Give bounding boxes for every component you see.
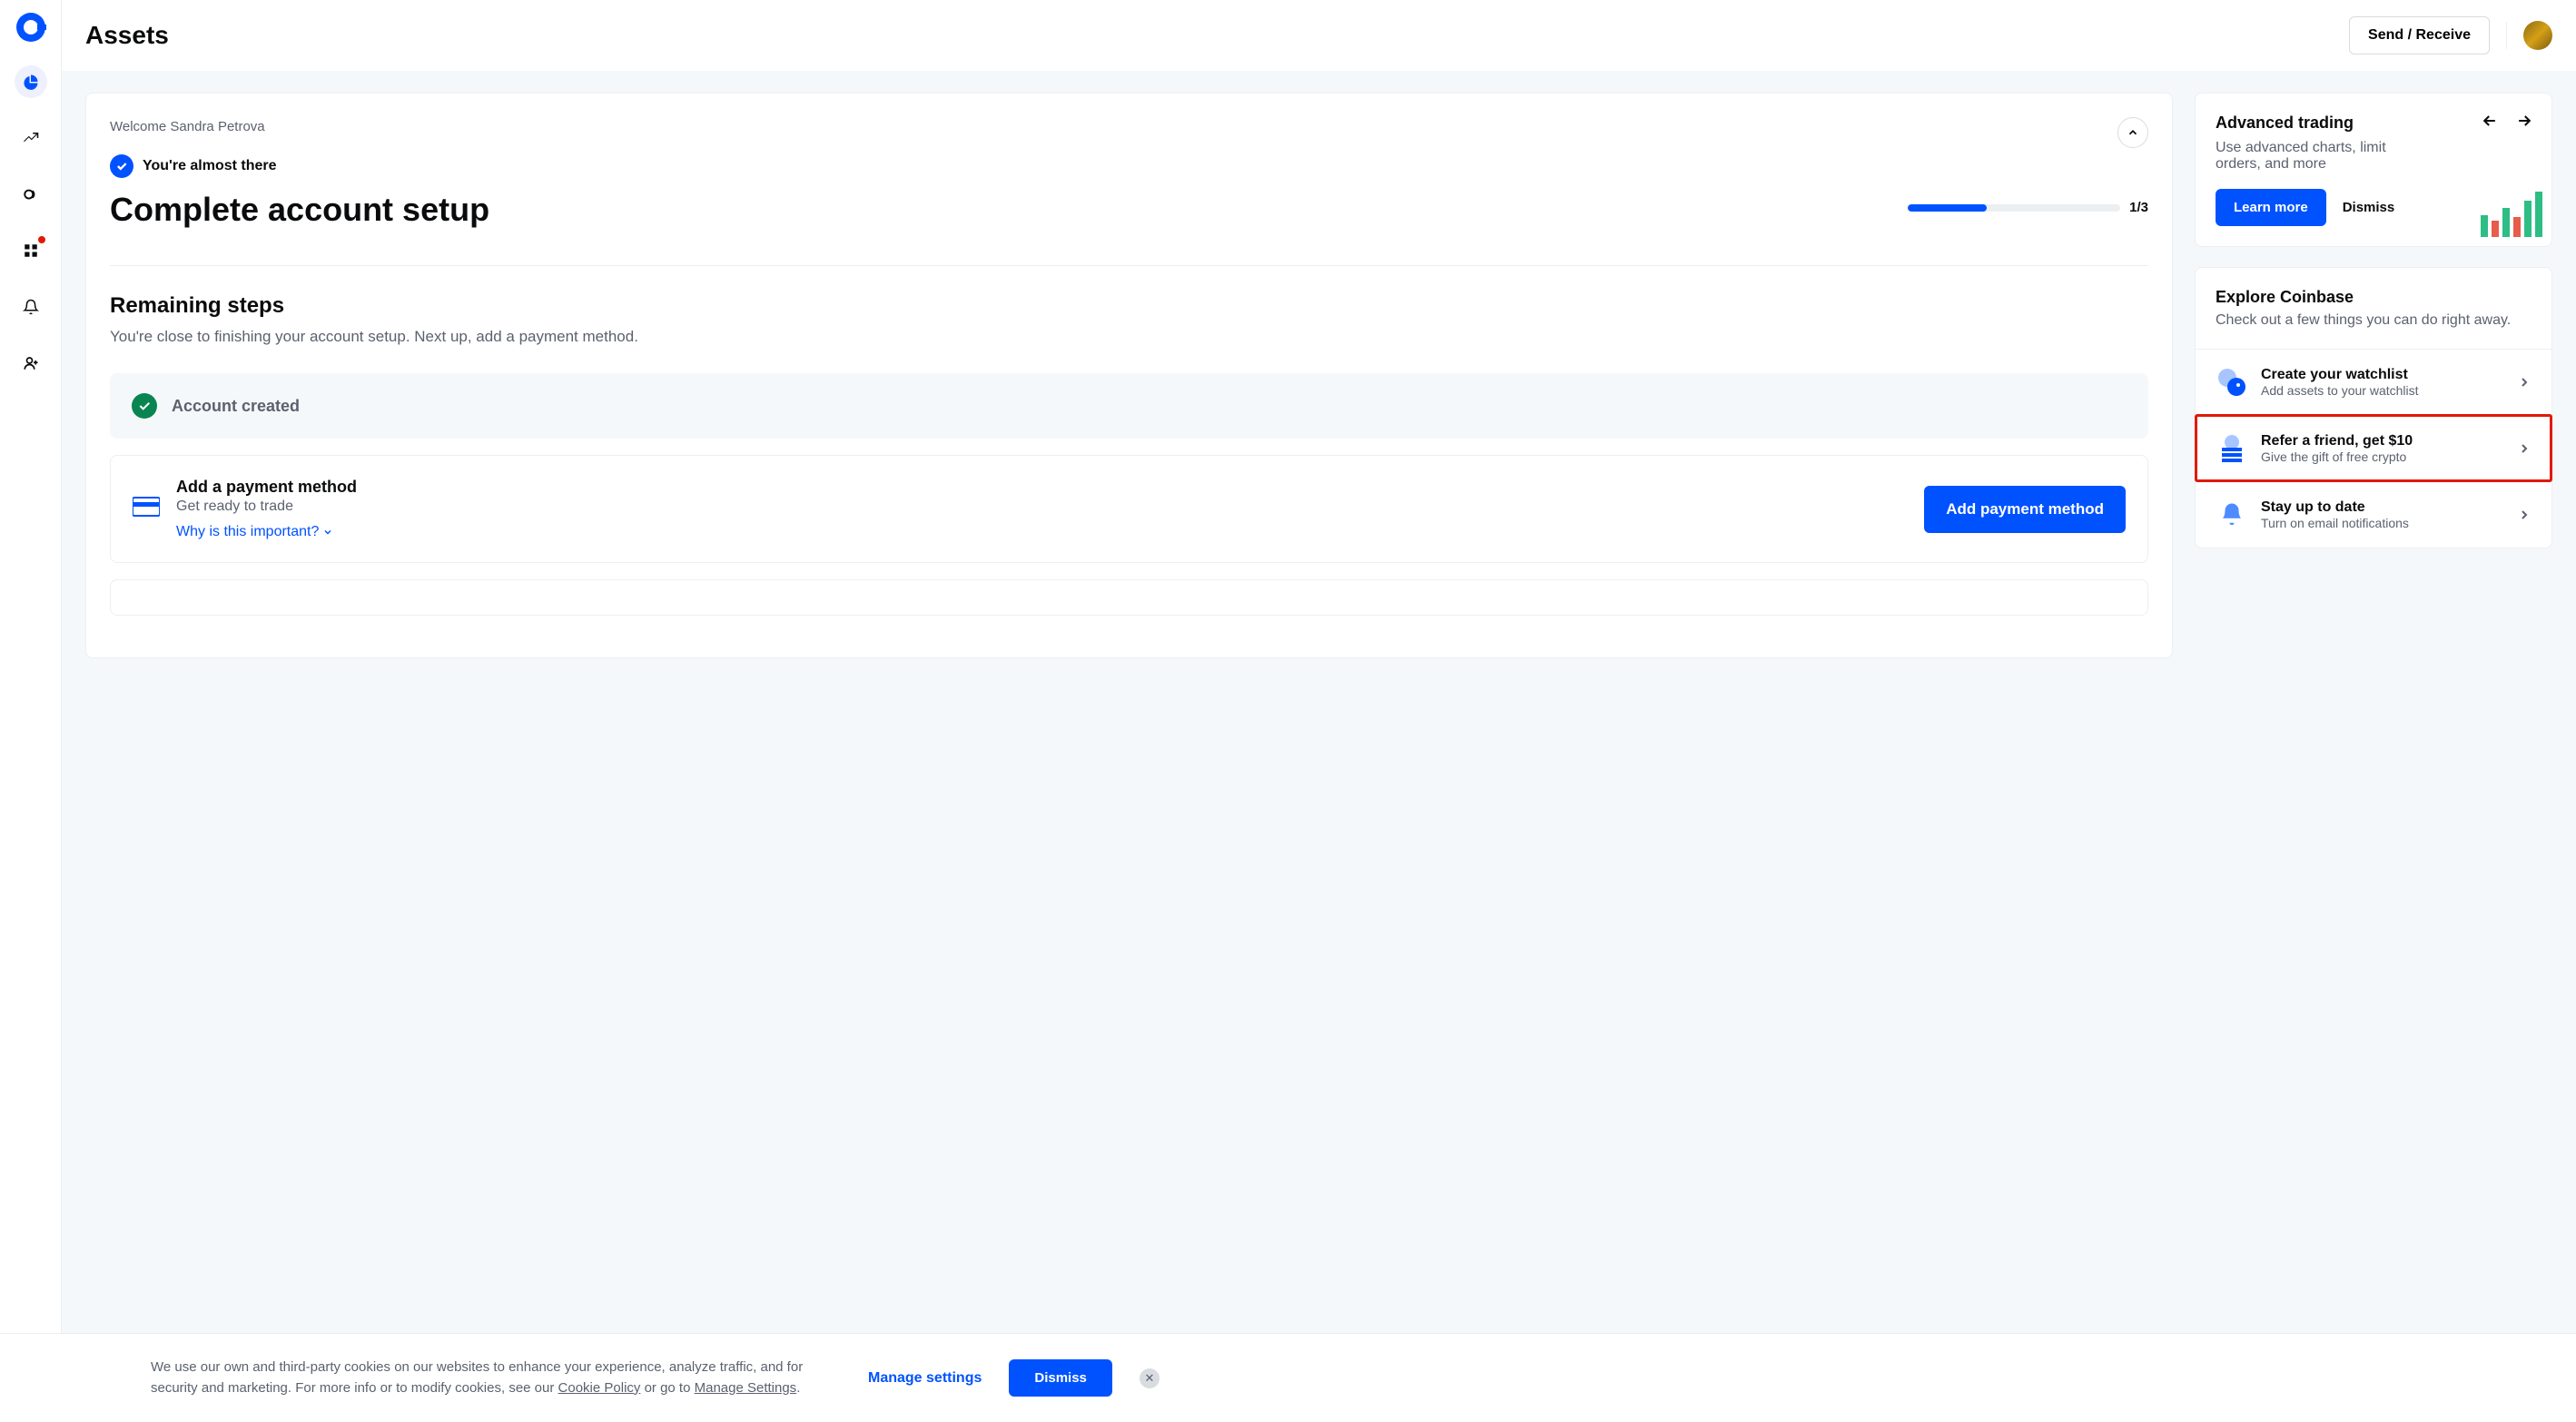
close-icon[interactable]: ✕ [1140, 1368, 1160, 1388]
step-payment: Add a payment method Get ready to trade … [110, 455, 2148, 563]
divider [2506, 22, 2507, 49]
remaining-title: Remaining steps [110, 293, 2148, 319]
progress-text: 1/3 [2129, 200, 2148, 215]
header: Assets Send / Receive [62, 0, 2576, 71]
setup-card: Welcome Sandra Petrova You're almost the… [85, 93, 2173, 658]
explore-item-title: Create your watchlist [2261, 367, 2504, 383]
chevron-up-icon [2127, 126, 2139, 139]
card-icon [133, 496, 160, 522]
explore-sub: Check out a few things you can do right … [2216, 312, 2532, 329]
remaining-sub: You're close to finishing your account s… [110, 328, 2148, 346]
user-plus-icon [23, 355, 39, 371]
arrow-left-icon[interactable] [2481, 112, 2499, 130]
send-receive-button[interactable]: Send / Receive [2349, 16, 2490, 54]
cookie-banner: We use our own and third-party cookies o… [0, 1333, 2576, 1422]
explore-item-sub: Turn on email notifications [2261, 516, 2504, 530]
setup-title: Complete account setup [110, 191, 2148, 229]
explore-item-title: Stay up to date [2261, 499, 2504, 516]
explore-item-sub: Add assets to your watchlist [2261, 383, 2504, 398]
cookie-policy-link[interactable]: Cookie Policy [558, 1380, 641, 1396]
explore-item-notifications[interactable]: Stay up to date Turn on email notificati… [2196, 481, 2551, 548]
cookie-text: We use our own and third-party cookies o… [151, 1358, 841, 1398]
cookie-dismiss-button[interactable]: Dismiss [1009, 1359, 1112, 1397]
nav-apps[interactable] [15, 234, 47, 267]
check-icon [132, 393, 157, 419]
why-important-link[interactable]: Why is this important? [176, 524, 333, 540]
refer-icon [2216, 432, 2248, 465]
explore-item-refer[interactable]: Refer a friend, get $10 Give the gift of… [2196, 415, 2551, 481]
step-next [110, 579, 2148, 616]
check-badge-icon [110, 154, 133, 178]
bell-icon [23, 299, 39, 315]
chevron-right-icon [2517, 375, 2532, 390]
manage-settings-link[interactable]: Manage Settings [695, 1380, 797, 1396]
chevron-right-icon [2517, 508, 2532, 522]
promo-sub: Use advanced charts, limit orders, and m… [2216, 140, 2415, 173]
nav-trade[interactable] [15, 122, 47, 154]
grid-icon [23, 242, 39, 259]
page-title: Assets [85, 21, 169, 50]
pie-chart-icon [23, 74, 39, 90]
arrow-right-icon[interactable] [2515, 112, 2533, 130]
divider [110, 265, 2148, 266]
nav-explore[interactable] [15, 178, 47, 211]
trending-icon [23, 130, 39, 146]
explore-item-title: Refer a friend, get $10 [2261, 433, 2504, 449]
sidebar [0, 0, 61, 1422]
notification-dot-icon [38, 236, 45, 243]
progress-bar [1908, 204, 2120, 212]
coins-icon [23, 186, 39, 202]
add-payment-button[interactable]: Add payment method [1924, 486, 2126, 533]
explore-item-watchlist[interactable]: Create your watchlist Add assets to your… [2196, 349, 2551, 415]
promo-card: Advanced trading Use advanced charts, li… [2195, 93, 2552, 247]
step-done: Account created [110, 373, 2148, 439]
learn-more-button[interactable]: Learn more [2216, 189, 2326, 226]
explore-title: Explore Coinbase [2216, 288, 2532, 307]
step-sub: Get ready to trade [176, 499, 1908, 515]
chevron-right-icon [2517, 441, 2532, 456]
chevron-down-icon [322, 527, 333, 538]
manage-settings-button[interactable]: Manage settings [868, 1370, 982, 1387]
coinbase-logo-icon[interactable] [16, 13, 45, 42]
almost-text: You're almost there [143, 158, 277, 174]
nav-assets[interactable] [15, 65, 47, 98]
step-title: Add a payment method [176, 478, 1908, 497]
watchlist-icon [2216, 366, 2248, 399]
step-done-text: Account created [172, 397, 300, 416]
bell-icon [2216, 499, 2248, 531]
explore-card: Explore Coinbase Check out a few things … [2195, 267, 2552, 548]
collapse-button[interactable] [2117, 117, 2148, 148]
welcome-text: Welcome Sandra Petrova [110, 119, 2148, 134]
avatar[interactable] [2523, 21, 2552, 50]
promo-dismiss-link[interactable]: Dismiss [2343, 200, 2395, 215]
explore-item-sub: Give the gift of free crypto [2261, 449, 2504, 464]
candlestick-icon [2481, 192, 2542, 237]
nav-invite[interactable] [15, 347, 47, 380]
nav-notifications[interactable] [15, 291, 47, 323]
